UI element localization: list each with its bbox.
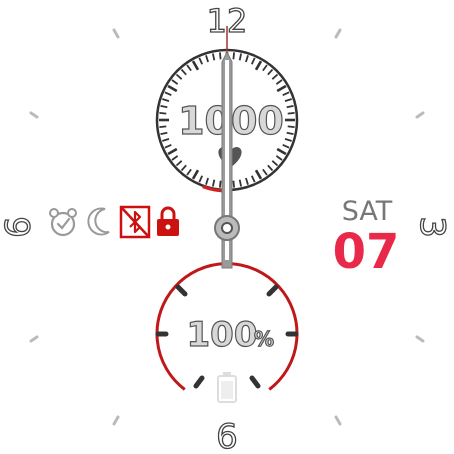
hour-marker-7 [112,415,120,426]
numeral-3: 3 [412,216,452,238]
numeral-6: 6 [216,417,238,454]
hour-marker-10 [29,111,39,119]
steps-dial-tick [287,125,295,128]
battery-percent-symbol: % [254,327,274,351]
steps-dial-tick [219,180,222,188]
steps-dial-tick [232,52,235,60]
alarm-icon[interactable] [49,208,77,237]
battery-tick-lower-left [193,375,205,389]
hour-marker-11 [112,28,120,39]
numeral-9: 9 [0,216,36,238]
steps-dial-tick [232,180,235,188]
hour-marker-1 [334,28,342,39]
battery-percent: 100 [187,315,258,355]
steps-dial-tick [159,112,167,115]
status-icons [49,205,179,239]
date-of-month: 07 [333,224,400,280]
hour-marker-2 [415,111,425,119]
bluetooth-icon[interactable] [119,205,151,239]
battery-tick-upper-right [266,284,279,297]
steps-dial-tick [287,112,295,115]
battery-tick-upper-left [175,284,188,297]
watch-face: 12 6 3 9 1000 100 % [0,1,453,454]
battery-icon [217,372,237,403]
steps-dial-tick [159,125,167,128]
hour-marker-5 [334,415,342,426]
hour-marker-8 [29,335,39,343]
hour-marker-4 [415,335,425,343]
moon-icon[interactable] [87,207,110,236]
battery-tick-lower-right [249,375,261,389]
steps-dial-tick [219,52,222,60]
center-pivot-inner [221,222,233,234]
lock-icon[interactable] [157,206,179,236]
battery-dial: 100 % [155,262,299,406]
day-of-week: SAT [342,196,393,227]
